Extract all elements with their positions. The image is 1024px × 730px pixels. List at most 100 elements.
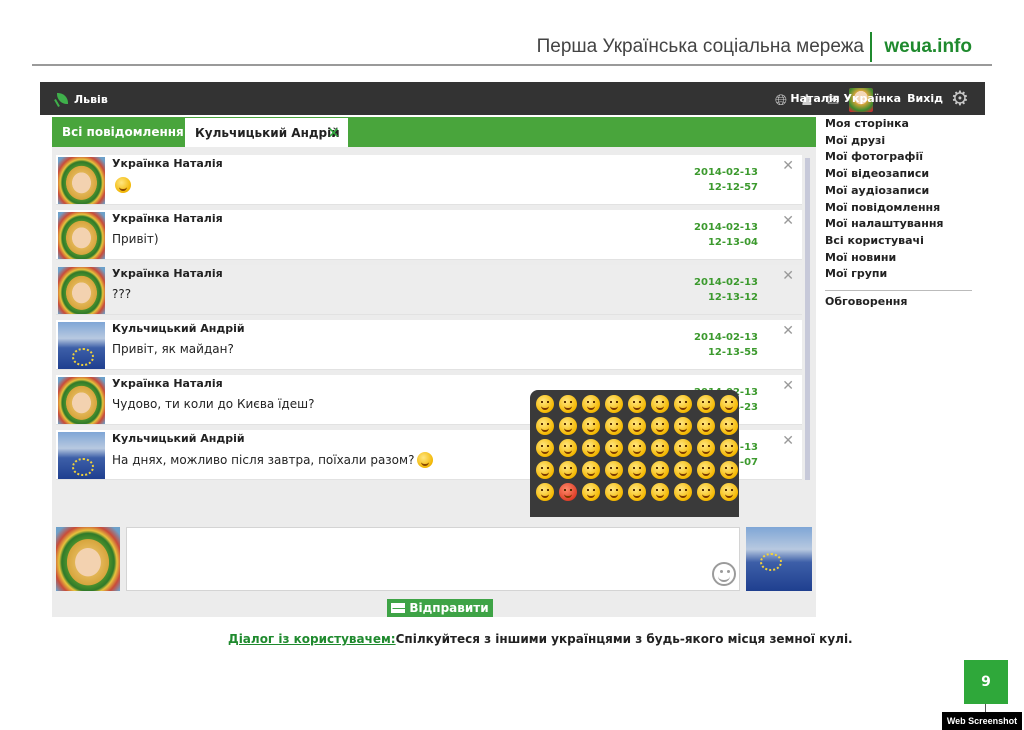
message-author[interactable]: Українка Наталія — [112, 157, 223, 170]
app-top-bar: Львів 🌐︎ ♟︎ ✉︎ Наталія Українка Вихід ⚙︎ — [40, 82, 985, 115]
emoji-icon[interactable] — [697, 461, 715, 479]
message-author[interactable]: Українка Наталія — [112, 212, 223, 225]
sidebar-item-my-groups[interactable]: Мої групи — [825, 266, 975, 283]
message-avatar[interactable] — [58, 212, 105, 259]
emoji-icon[interactable] — [559, 417, 577, 435]
emoji-icon[interactable] — [536, 461, 554, 479]
close-tab-icon[interactable]: ✕ — [327, 124, 340, 142]
emoji-icon[interactable] — [651, 395, 669, 413]
message-avatar[interactable] — [58, 432, 105, 479]
emoji-icon[interactable] — [697, 439, 715, 457]
emoji-icon[interactable] — [674, 417, 692, 435]
emoji-icon[interactable] — [582, 417, 600, 435]
delete-message-icon[interactable]: ✕ — [782, 323, 794, 339]
message-avatar[interactable] — [58, 322, 105, 369]
emoji-icon[interactable] — [582, 483, 600, 501]
location-link[interactable]: Львів — [54, 91, 108, 107]
sidebar-item-my-videos[interactable]: Мої відеозаписи — [825, 166, 975, 183]
emoji-icon[interactable] — [536, 439, 554, 457]
emoji-icon[interactable] — [536, 395, 554, 413]
emoji-icon[interactable] — [697, 417, 715, 435]
emoji-icon[interactable] — [720, 417, 738, 435]
emoji-icon[interactable] — [720, 483, 738, 501]
emoji-icon[interactable] — [582, 395, 600, 413]
message-author[interactable]: Кульчицький Андрій — [112, 322, 245, 335]
emoji-icon[interactable] — [720, 461, 738, 479]
sidebar-item-my-news[interactable]: Мої новини — [825, 250, 975, 267]
message-author[interactable]: Українка Наталія — [112, 267, 223, 280]
message-time: 12-13-12 — [707, 292, 758, 303]
delete-message-icon[interactable]: ✕ — [782, 268, 794, 284]
emoji-icon[interactable] — [628, 439, 646, 457]
gear-icon[interactable]: ⚙︎ — [951, 88, 971, 108]
emoji-icon[interactable] — [628, 417, 646, 435]
message-author[interactable]: Українка Наталія — [112, 377, 223, 390]
emoji-icon[interactable] — [628, 461, 646, 479]
emoji-icon[interactable] — [605, 395, 623, 413]
caption-link[interactable]: Діалог із користувачем: — [228, 632, 396, 646]
sidebar-item-my-page[interactable]: Моя сторінка — [825, 116, 975, 133]
tab-conversation-active[interactable]: Кульчицький Андрій ✕ — [184, 117, 349, 147]
sidebar-item-all-users[interactable]: Всі користувачі — [825, 233, 975, 250]
emoji-icon[interactable] — [720, 395, 738, 413]
emoji-icon[interactable] — [628, 395, 646, 413]
emoji-icon[interactable] — [605, 461, 623, 479]
emoji-icon[interactable] — [651, 417, 669, 435]
tab-all-messages[interactable]: Всі повідомлення — [62, 117, 184, 147]
emoji-icon[interactable] — [559, 395, 577, 413]
message-time: 12-12-57 — [707, 182, 758, 193]
message-time: 12-13-55 — [707, 347, 758, 358]
message-text: Привіт) — [112, 232, 159, 246]
emoji-icon[interactable] — [720, 439, 738, 457]
emoji-icon[interactable] — [582, 461, 600, 479]
watermark: Web Screenshot — [942, 712, 1022, 730]
message-time: 12-13-04 — [707, 237, 758, 248]
emoji-icon[interactable] — [536, 417, 554, 435]
delete-message-icon[interactable]: ✕ — [782, 378, 794, 394]
message-row[interactable]: Українка Наталія Привіт) 2014-02-13 12-13-0… — [56, 210, 802, 260]
emoji-icon[interactable] — [674, 439, 692, 457]
message-row[interactable]: Кульчицький Андрій Привіт, як майдан? 2014… — [56, 320, 802, 370]
emoji-icon[interactable] — [559, 483, 577, 501]
message-avatar[interactable] — [58, 267, 105, 314]
current-user-name[interactable]: Наталія Українка — [790, 92, 901, 105]
emoji-icon[interactable] — [536, 483, 554, 501]
delete-message-icon[interactable]: ✕ — [782, 158, 794, 174]
delete-message-icon[interactable]: ✕ — [782, 433, 794, 449]
message-avatar[interactable] — [58, 157, 105, 204]
message-row[interactable]: Українка Наталія??? 2014-02-13 12-13-12 ✕ — [56, 265, 802, 315]
message-author[interactable]: Кульчицький Андрій — [112, 432, 245, 445]
emoji-icon[interactable] — [651, 461, 669, 479]
emoji-icon[interactable] — [559, 439, 577, 457]
delete-message-icon[interactable]: ✕ — [782, 213, 794, 229]
logout-link[interactable]: Вихід — [907, 92, 943, 105]
message-avatar[interactable] — [58, 377, 105, 424]
message-row[interactable]: Українка Наталія 2014-02-13 12-12-57 ✕ — [56, 155, 802, 205]
sidebar-item-my-photos[interactable]: Мої фотографії — [825, 149, 975, 166]
emoji-icon[interactable] — [674, 483, 692, 501]
emoji-icon[interactable] — [674, 395, 692, 413]
emoji-icon[interactable] — [582, 439, 600, 457]
sidebar-item-my-settings[interactable]: Мої налаштування — [825, 216, 975, 233]
message-list-scrollbar[interactable] — [805, 158, 810, 480]
emoji-icon[interactable] — [697, 395, 715, 413]
emoji-icon[interactable] — [651, 439, 669, 457]
emoji-icon[interactable] — [628, 483, 646, 501]
message-input[interactable] — [126, 527, 740, 591]
emoji-icon[interactable] — [559, 461, 577, 479]
envelope-icon — [391, 603, 407, 613]
sidebar-item-my-friends[interactable]: Мої друзі — [825, 133, 975, 150]
emoji-icon[interactable] — [605, 417, 623, 435]
emoji-picker-button-icon[interactable] — [712, 562, 736, 586]
sidebar-item-my-audio[interactable]: Мої аудіозаписи — [825, 183, 975, 200]
emoji-icon[interactable] — [697, 483, 715, 501]
emoji-icon[interactable] — [605, 483, 623, 501]
emoji-icon[interactable] — [605, 439, 623, 457]
sidebar-item-my-messages[interactable]: Мої повідомлення — [825, 200, 975, 217]
sidebar-item-discussions[interactable]: Обговорення — [825, 294, 975, 311]
emoji-icon[interactable] — [651, 483, 669, 501]
document-header: Перша Українська соціальна мережа weua.i… — [32, 32, 992, 66]
globe-icon[interactable]: 🌐︎ — [771, 90, 791, 110]
emoji-icon[interactable] — [674, 461, 692, 479]
send-button[interactable]: Відправити — [387, 599, 493, 617]
